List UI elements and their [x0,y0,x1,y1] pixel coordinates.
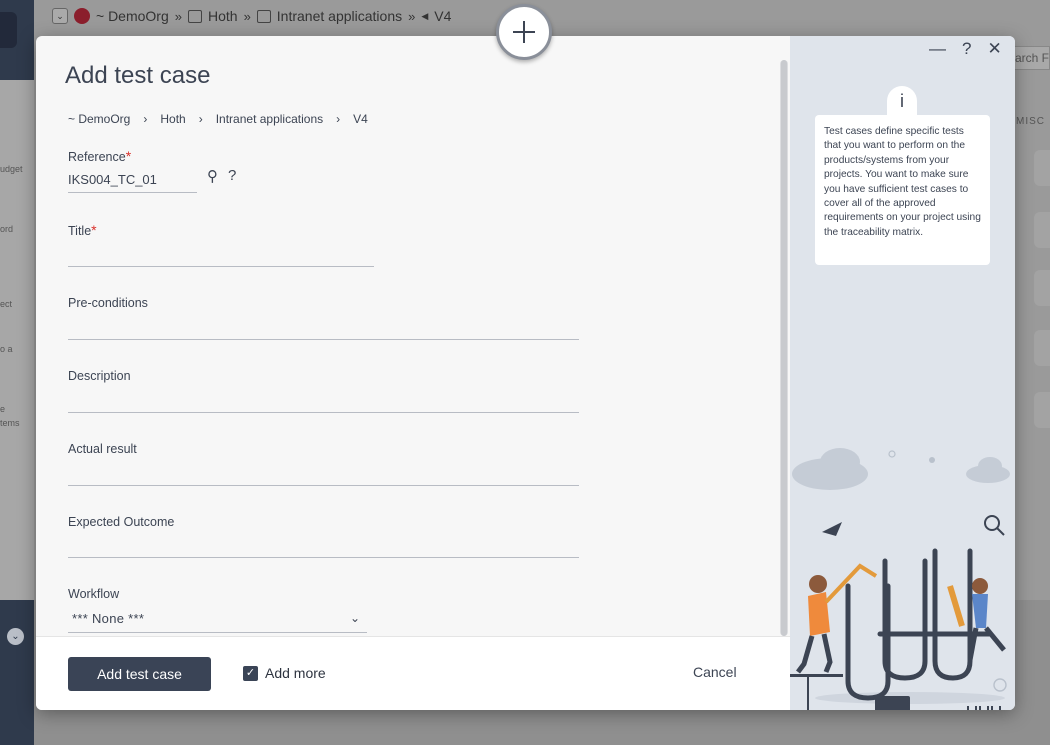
actual-result-label: Actual result [68,442,137,456]
workflow-label: Workflow [68,587,120,601]
crumb-application[interactable]: Intranet applications [277,8,402,24]
crumb-version[interactable]: V4 [353,112,368,126]
side-label: tems [0,418,20,428]
help-icon[interactable]: ? [962,39,971,59]
chevron-right-icon: › [143,112,148,126]
crumb-separator: » [243,8,251,24]
toolbox-icon [875,696,910,710]
required-marker: * [125,148,132,164]
dialog-title: Add test case [65,62,211,89]
paper-plane-icon [822,522,842,536]
dialog-footer: Add test case ✓ Add more Cancel [36,636,790,710]
required-marker: * [91,222,97,238]
reference-input[interactable]: IKS004_TC_01 [68,172,157,187]
info-icon: i [887,86,917,116]
add-more-checkbox[interactable]: ✓ [243,666,258,681]
window-controls: — ? ✕ [929,39,1002,59]
title-input[interactable] [68,266,374,267]
help-text: Test cases define specific tests that yo… [815,115,990,265]
chevron-down-icon[interactable]: ⌄ [52,8,68,24]
crumb-separator: » [408,8,416,24]
help-icon[interactable]: ? [228,167,236,185]
side-label: e [0,404,6,414]
cancel-button[interactable]: Cancel [693,664,737,680]
chevron-right-icon: › [336,112,341,126]
title-label-text: Title [68,224,92,238]
misc-tile[interactable] [1034,330,1050,366]
org-logo-icon [74,8,90,24]
description-input[interactable] [68,412,579,413]
add-fab-button[interactable] [496,4,552,60]
cloud-icon [792,448,868,490]
workflow-select[interactable]: *** None *** [72,611,144,626]
minimize-icon[interactable]: — [929,39,946,59]
magnifier-icon [984,515,1005,536]
triangle-left-icon: ◀ [421,10,429,21]
scrollbar-thumb[interactable] [781,60,787,636]
preconditions-input[interactable] [68,339,579,340]
side-label: udget [0,164,23,174]
chevron-right-icon: › [198,112,203,126]
misc-tile[interactable] [1034,150,1050,186]
top-breadcrumb: ⌄ ~ DemoOrg » Hoth » Intranet applicatio… [52,8,451,24]
crumb-application[interactable]: Intranet applications [216,112,323,126]
actual-result-input[interactable] [68,485,579,486]
reference-label: Reference* [68,148,131,164]
crumb-org[interactable]: ~ DemoOrg [68,112,130,126]
dialog-breadcrumb: ~ DemoOrg › Hoth › Intranet applications… [68,112,368,126]
person-left [796,563,878,674]
add-more-label[interactable]: Add more [265,665,326,681]
crumb-project[interactable]: Hoth [208,8,238,24]
workflow-underline [68,632,367,633]
misc-label: MISC [1016,116,1045,127]
dialog-form: Add test case ~ DemoOrg › Hoth › Intrane… [36,36,790,636]
misc-tile[interactable] [1034,392,1050,428]
crumb-project[interactable]: Hoth [160,112,185,126]
search-icon[interactable]: ⚲ [207,167,218,185]
form-scrollbar[interactable] [780,60,788,636]
side-label: ect [0,299,13,309]
side-label: o a [0,344,13,354]
plus-icon [513,21,535,43]
reference-underline [68,192,197,193]
title-label: Title* [68,222,97,238]
book-icon [187,9,202,23]
chevron-down-icon[interactable]: ⌄ [350,611,360,625]
cloud-icon [966,457,1010,483]
expected-outcome-input[interactable] [68,557,579,558]
reference-actions: ⚲ ? [207,167,236,185]
chevron-down-icon[interactable]: ⌄ [7,628,24,645]
misc-tile[interactable] [1034,212,1050,248]
expected-outcome-label: Expected Outcome [68,515,175,529]
crumb-org[interactable]: ~ DemoOrg [96,8,169,24]
reference-label-text: Reference [68,150,126,164]
person-right [947,578,1006,661]
book-icon [256,9,271,23]
background-panel: udget ord ect o a e tems [0,80,34,600]
description-label: Description [68,369,131,383]
crumb-separator: » [174,8,182,24]
test-tubes-illustration [790,448,1010,710]
misc-tile[interactable] [1034,270,1050,306]
add-test-case-button[interactable]: Add test case [68,657,211,691]
test-tubes-icon [967,706,1001,710]
crumb-version[interactable]: V4 [434,8,451,24]
search-input[interactable]: arch F [1010,46,1050,70]
side-label: ord [0,224,14,234]
help-panel: — ? ✕ i Test cases define specific tests… [790,36,1015,710]
add-test-case-dialog: Add test case ~ DemoOrg › Hoth › Intrane… [36,36,1015,710]
close-icon[interactable]: ✕ [987,39,1001,59]
sidebar-logo-block [0,12,17,48]
preconditions-label: Pre-conditions [68,296,148,310]
